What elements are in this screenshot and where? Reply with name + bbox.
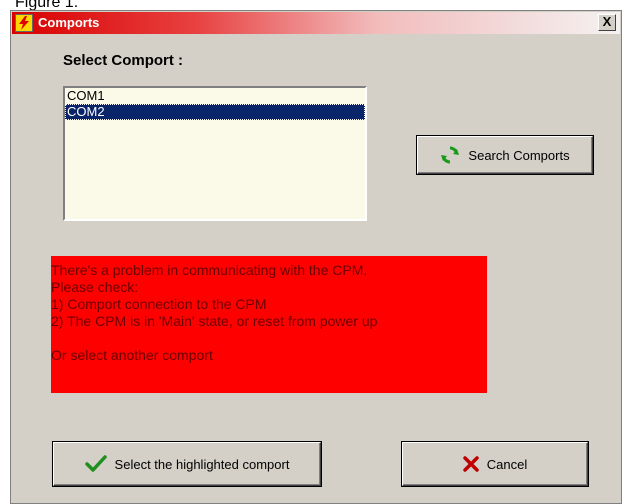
comports-dialog: Comports X Select Comport : COM1 COM2 Se…	[10, 10, 622, 504]
lightning-icon	[15, 14, 33, 32]
close-icon: X	[602, 14, 612, 29]
search-comports-label: Search Comports	[468, 147, 570, 163]
cancel-button[interactable]: Cancel	[402, 442, 588, 486]
select-comport-label-text: Select the highlighted comport	[114, 456, 290, 472]
error-line-6: Or select another comport	[51, 347, 213, 363]
error-message: There's a problem in communicating with …	[51, 256, 487, 393]
refresh-icon	[440, 145, 460, 165]
error-line-1: There's a problem in communicating with …	[51, 262, 368, 278]
error-line-5	[51, 330, 487, 347]
checkmark-icon	[84, 455, 107, 473]
cancel-label: Cancel	[486, 456, 528, 472]
comport-listbox[interactable]: COM1 COM2	[63, 86, 367, 221]
list-item-com1[interactable]: COM1	[65, 88, 365, 104]
select-comport-label: Select Comport :	[63, 52, 184, 69]
error-line-4: 2) The CPM is in 'Main' state, or reset …	[51, 313, 378, 329]
search-comports-button[interactable]: Search Comports	[417, 136, 593, 174]
error-line-2: Please check:	[51, 279, 139, 295]
select-comport-button[interactable]: Select the highlighted comport	[53, 442, 321, 486]
title-bar[interactable]: Comports X	[12, 12, 620, 34]
window-title: Comports	[38, 15, 100, 30]
x-icon	[463, 456, 479, 472]
list-item-com2[interactable]: COM2	[65, 104, 365, 120]
close-button[interactable]: X	[598, 14, 616, 31]
error-line-3: 1) Comport connection to the CPM	[51, 296, 267, 312]
